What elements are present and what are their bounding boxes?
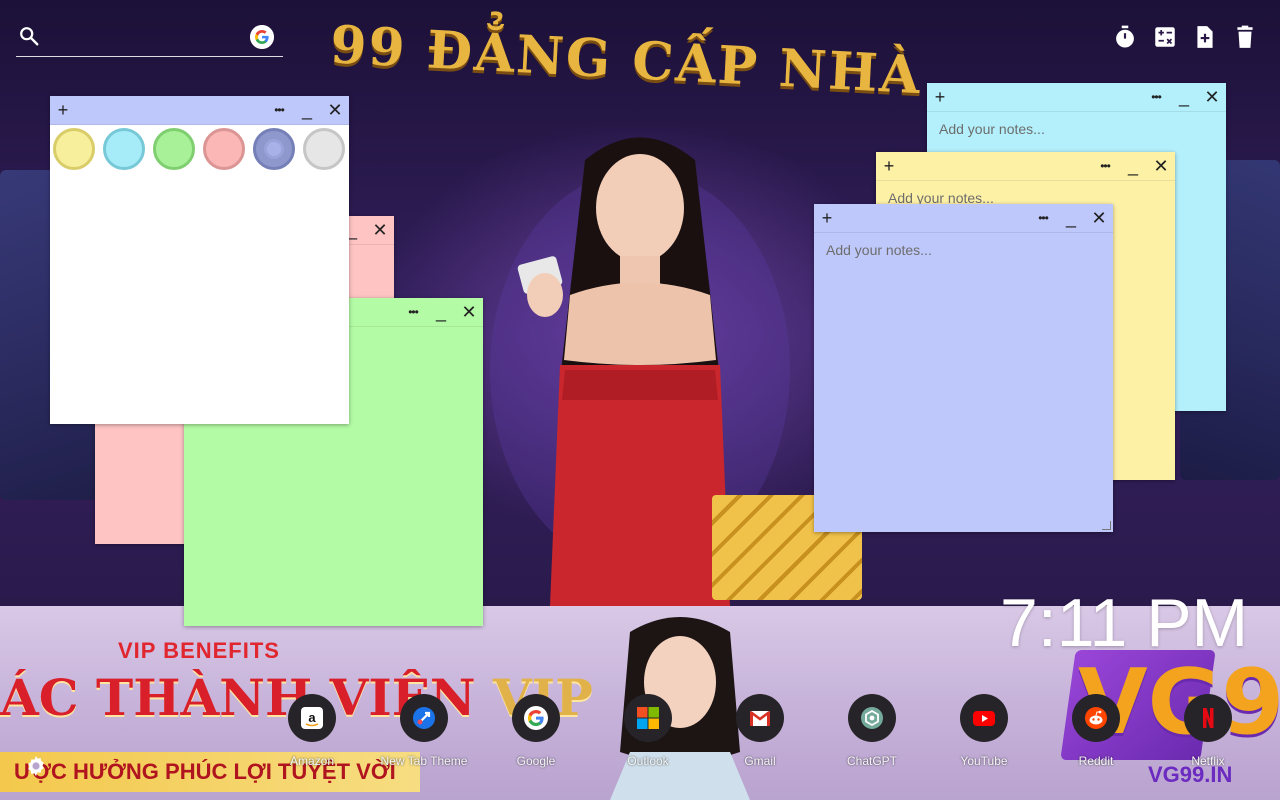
shortcut-label: Gmail xyxy=(744,754,776,768)
calculator-icon[interactable] xyxy=(1152,24,1178,50)
add-note-button[interactable]: + xyxy=(816,207,838,229)
google-search-engine-icon[interactable] xyxy=(250,25,274,49)
note-minimize-button[interactable]: _ xyxy=(430,301,452,323)
color-swatch-green[interactable] xyxy=(153,128,195,170)
clock-time: 7:11 PM xyxy=(1000,585,1249,661)
note-minimize-button[interactable]: _ xyxy=(1060,207,1082,229)
shortcut-label: YouTube xyxy=(960,754,1008,768)
timer-icon[interactable] xyxy=(1112,24,1138,50)
amazon-icon: a xyxy=(288,694,336,742)
note-more-button[interactable]: ••• xyxy=(402,301,424,323)
shortcut-google[interactable]: Google xyxy=(480,694,592,768)
gmail-icon xyxy=(736,694,784,742)
color-swatch-grey[interactable] xyxy=(303,128,345,170)
search-bar xyxy=(16,22,283,57)
color-swatch-yellow[interactable] xyxy=(53,128,95,170)
shortcut-youtube[interactable]: YouTube xyxy=(928,694,1040,768)
reddit-icon xyxy=(1072,694,1120,742)
shortcut-label: Amazon xyxy=(289,754,335,768)
note-close-button[interactable]: ✕ xyxy=(458,301,480,323)
note-more-button[interactable]: ••• xyxy=(1032,207,1054,229)
note-close-button[interactable]: ✕ xyxy=(1088,207,1110,229)
note-minimize-button[interactable]: _ xyxy=(296,99,318,121)
netflix-icon xyxy=(1184,694,1232,742)
note-header[interactable]: + ••• _ ✕ xyxy=(50,96,349,125)
note-header[interactable]: + ••• _ ✕ xyxy=(876,152,1175,181)
note-minimize-button[interactable]: _ xyxy=(1122,155,1144,177)
svg-text:a: a xyxy=(308,710,316,725)
settings-gear-icon[interactable] xyxy=(24,754,48,778)
color-swatch-blue-selected[interactable] xyxy=(253,128,295,170)
note-close-button[interactable]: ✕ xyxy=(369,219,391,241)
shortcut-amazon[interactable]: a Amazon xyxy=(256,694,368,768)
note-textarea[interactable] xyxy=(824,240,1103,522)
youtube-icon xyxy=(960,694,1008,742)
new-note-icon[interactable] xyxy=(1192,24,1218,50)
search-icon[interactable] xyxy=(18,25,40,47)
color-swatch-cyan[interactable] xyxy=(103,128,145,170)
note-resize-handle[interactable] xyxy=(1102,521,1111,530)
shortcut-new-tab-theme[interactable]: New Tab Theme xyxy=(368,694,480,768)
add-note-button[interactable]: + xyxy=(52,99,74,121)
shortcut-label: Google xyxy=(516,754,556,768)
new-tab-theme-icon xyxy=(400,694,448,742)
add-note-button[interactable]: + xyxy=(878,155,900,177)
note-close-button[interactable]: ✕ xyxy=(1150,155,1172,177)
shortcut-label: New Tab Theme xyxy=(380,754,468,768)
wallpaper-vip-benefits: VIP BENEFITS xyxy=(118,638,280,663)
note-close-button[interactable]: ✕ xyxy=(324,99,346,121)
shortcut-label: Outlook xyxy=(627,754,669,768)
search-input[interactable] xyxy=(50,24,244,52)
shortcut-gmail[interactable]: Gmail xyxy=(704,694,816,768)
shortcut-outlook[interactable]: Outlook xyxy=(592,694,704,768)
outlook-icon xyxy=(624,694,672,742)
shortcut-netflix[interactable]: Netflix xyxy=(1152,694,1264,768)
note-header[interactable]: + ••• _ ✕ xyxy=(927,83,1226,112)
trash-icon[interactable] xyxy=(1232,24,1258,50)
shortcut-label: Reddit xyxy=(1078,754,1114,768)
chatgpt-icon xyxy=(848,694,896,742)
note-more-button[interactable]: ••• xyxy=(1094,155,1116,177)
note-close-button[interactable]: ✕ xyxy=(1201,86,1223,108)
color-swatch-pink[interactable] xyxy=(203,128,245,170)
selected-indicator xyxy=(267,142,281,156)
shortcut-label: Netflix xyxy=(1191,754,1225,768)
add-note-button[interactable]: + xyxy=(929,86,951,108)
note-more-button[interactable]: ••• xyxy=(1145,86,1167,108)
note-header[interactable]: + ••• _ ✕ xyxy=(814,204,1113,233)
shortcut-chatgpt[interactable]: ChatGPT xyxy=(816,694,928,768)
note-more-button[interactable]: ••• xyxy=(268,99,290,121)
sticky-note-blue[interactable]: + ••• _ ✕ xyxy=(814,204,1113,532)
shortcut-reddit[interactable]: Reddit xyxy=(1040,694,1152,768)
google-icon xyxy=(512,694,560,742)
note-minimize-button[interactable]: _ xyxy=(1173,86,1195,108)
shortcut-label: ChatGPT xyxy=(846,754,897,768)
